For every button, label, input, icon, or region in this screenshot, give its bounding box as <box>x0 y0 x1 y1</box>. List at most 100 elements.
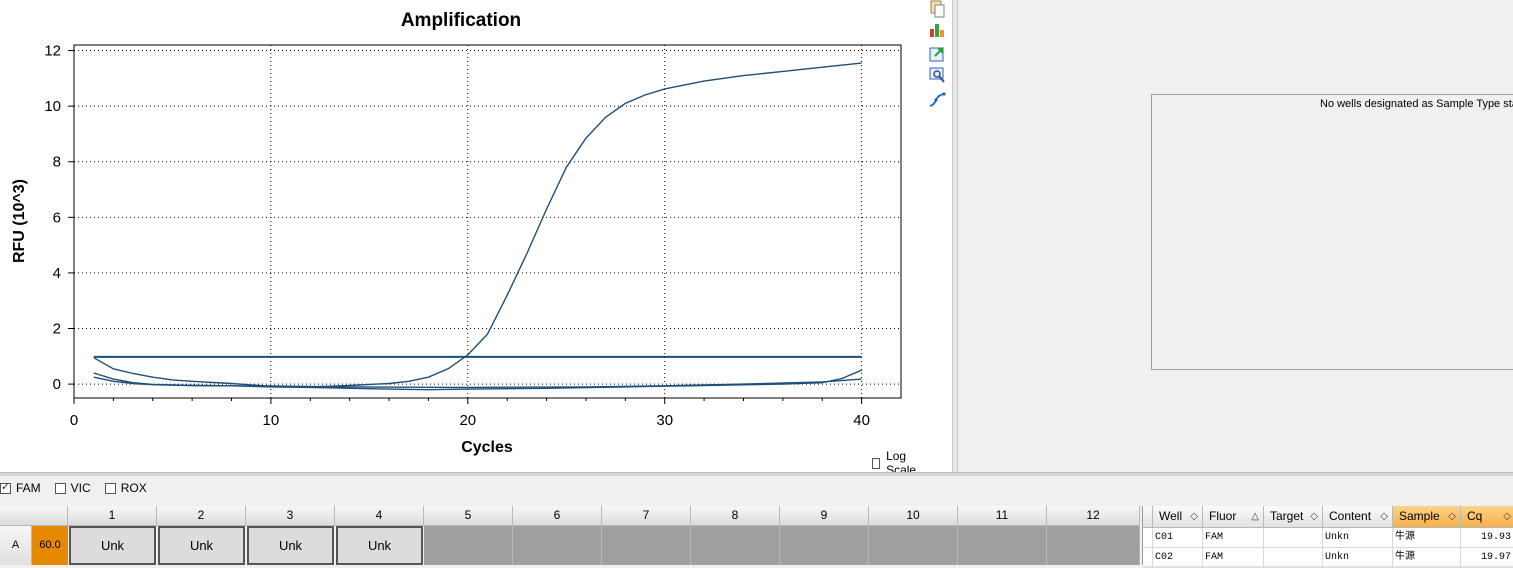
fluor-vic-label: VIC <box>70 481 91 495</box>
column-header-content[interactable]: Content ◇ <box>1323 506 1393 528</box>
sort-icon[interactable]: ◇ <box>1190 506 1198 527</box>
plate-column-header[interactable]: 1 <box>68 506 157 526</box>
fluor-vic[interactable]: VIC <box>54 481 91 495</box>
column-header-well[interactable]: Well ◇ <box>1153 506 1203 528</box>
sort-icon[interactable]: ◇ <box>1448 506 1456 527</box>
plate-well[interactable]: Unk <box>69 526 156 565</box>
sort-icon[interactable]: ◇ <box>1503 506 1511 527</box>
table-cell-cq[interactable]: 19.93 <box>1461 528 1513 548</box>
x-tick-label: 10 <box>263 412 280 429</box>
plate-column-header[interactable]: 7 <box>602 506 691 526</box>
export-icon[interactable] <box>928 45 946 63</box>
plate-column-header[interactable]: 5 <box>424 506 513 526</box>
plate-well[interactable] <box>513 526 602 565</box>
plate-column-header[interactable]: 2 <box>157 506 246 526</box>
copy-icon[interactable] <box>928 0 946 18</box>
chart-toolbar <box>922 0 952 472</box>
table-cell-well[interactable]: C02 <box>1153 548 1203 568</box>
x-tick-label: 40 <box>853 412 870 429</box>
table-cell-content[interactable]: Unkn <box>1323 528 1393 548</box>
column-header-target[interactable]: Target ◇ <box>1264 506 1323 528</box>
fluor-vic-checkbox[interactable] <box>54 482 66 494</box>
column-header-label: Target <box>1270 509 1304 523</box>
y-tick-label: 0 <box>53 376 61 393</box>
column-header-label: Content <box>1329 509 1372 523</box>
column-header-label: Sample <box>1399 509 1440 523</box>
table-cell-well[interactable]: C01 <box>1153 528 1203 548</box>
table-cell-fluor[interactable]: FAM <box>1203 548 1264 568</box>
column-header-label: Fluor <box>1209 509 1237 523</box>
fluor-rox-checkbox[interactable] <box>104 482 116 494</box>
plate-view: 1 2 3 4 5 6 7 8 9 10 11 12 A 60.0 Unk Unk Unk Unk <box>0 506 1140 565</box>
zoom-icon[interactable] <box>928 66 946 84</box>
table-cell-target[interactable] <box>1264 528 1323 548</box>
y-tick-label: 4 <box>53 265 61 282</box>
column-header-sample[interactable]: Sample ◇ <box>1393 506 1461 528</box>
plate-corner[interactable] <box>0 506 68 526</box>
plate-column-header[interactable]: 12 <box>1047 506 1140 526</box>
fluorophore-bar: FAM VIC ROX <box>0 476 1513 500</box>
y-tick-label: 8 <box>53 154 61 171</box>
table-cell-fluor[interactable]: FAM <box>1203 528 1264 548</box>
no-wells-message: No wells designated as Sample Type sta <box>1320 98 1513 110</box>
plate-well[interactable] <box>424 526 513 565</box>
column-header-label: Well <box>1159 509 1183 523</box>
y-tick-label: 12 <box>44 43 61 60</box>
column-header-fluor[interactable]: Fluor △ <box>1203 506 1264 528</box>
plate-column-header[interactable]: 8 <box>691 506 780 526</box>
plate-well[interactable] <box>602 526 691 565</box>
column-header-cq[interactable]: Cq ◇ <box>1461 506 1513 528</box>
fluor-rox-label: ROX <box>120 481 147 495</box>
x-tick-label: 20 <box>459 412 476 429</box>
table-row-gutter-cell[interactable] <box>1143 528 1153 548</box>
amplification-chart-panel: 0 10 20 30 40 0 2 4 6 8 10 12 Amplification Cycles RFU… <box>0 0 922 477</box>
fluor-fam[interactable]: FAM <box>0 480 41 495</box>
sort-icon[interactable]: ◇ <box>1310 506 1318 527</box>
plot-area <box>73 44 902 399</box>
plate-well[interactable]: Unk <box>247 526 334 565</box>
plate-well[interactable] <box>869 526 958 565</box>
plate-well[interactable]: Unk <box>336 526 423 565</box>
plate-well[interactable] <box>780 526 869 565</box>
chart-title: Amplification <box>401 10 521 31</box>
chart-settings-icon[interactable] <box>928 21 946 39</box>
x-tick-label: 0 <box>70 412 78 429</box>
plate-column-header[interactable]: 4 <box>335 506 424 526</box>
table-cell-sample[interactable]: 牛源 <box>1393 548 1461 568</box>
x-tick-label: 30 <box>656 412 673 429</box>
fluor-fam-checkbox[interactable] <box>0 480 11 494</box>
plate-column-header[interactable]: 10 <box>869 506 958 526</box>
y-tick-label: 10 <box>44 98 61 115</box>
table-row-gutter-cell[interactable] <box>1143 548 1153 568</box>
table-cell-sample[interactable]: 牛源 <box>1393 528 1461 548</box>
table-cell-content[interactable]: Unkn <box>1323 548 1393 568</box>
x-axis-label: Cycles <box>461 439 513 456</box>
standard-curve-box: No wells designated as Sample Type sta <box>1151 94 1513 370</box>
table-row-gutter <box>1143 506 1153 528</box>
standard-curve-panel: No wells designated as Sample Type sta <box>958 0 1513 472</box>
column-header-label: Cq <box>1467 509 1483 523</box>
results-table: Well ◇ Fluor △ Target ◇ Content ◇ Sample ◇ Cq ◇ C01 F… <box>1142 506 1513 568</box>
curve-icon[interactable] <box>928 91 946 109</box>
plate-well[interactable] <box>1047 526 1140 565</box>
fluor-fam-label: FAM <box>16 481 41 495</box>
plate-column-header[interactable]: 3 <box>246 506 335 526</box>
plate-column-header[interactable]: 6 <box>513 506 602 526</box>
log-scale-box[interactable] <box>872 457 881 469</box>
sort-ascending-icon[interactable]: △ <box>1251 506 1259 527</box>
y-tick-label: 2 <box>53 321 61 338</box>
amplification-chart: 0 10 20 30 40 0 2 4 6 8 10 12 Amplification Cycles RFU… <box>11 10 902 456</box>
plate-well[interactable]: Unk <box>158 526 245 565</box>
y-axis-label: RFU (10^3) <box>11 179 28 263</box>
table-cell-cq[interactable]: 19.97 <box>1461 548 1513 568</box>
plate-well[interactable] <box>958 526 1047 565</box>
plate-column-header[interactable]: 11 <box>958 506 1047 526</box>
sort-icon[interactable]: ◇ <box>1380 506 1388 527</box>
plate-column-header[interactable]: 9 <box>780 506 869 526</box>
plate-row-label[interactable]: A <box>0 526 32 565</box>
plate-row-temperature: 60.0 <box>32 526 68 565</box>
plate-well[interactable] <box>691 526 780 565</box>
table-cell-target[interactable] <box>1264 548 1323 568</box>
y-tick-label: 6 <box>53 209 61 226</box>
fluor-rox[interactable]: ROX <box>104 481 147 495</box>
